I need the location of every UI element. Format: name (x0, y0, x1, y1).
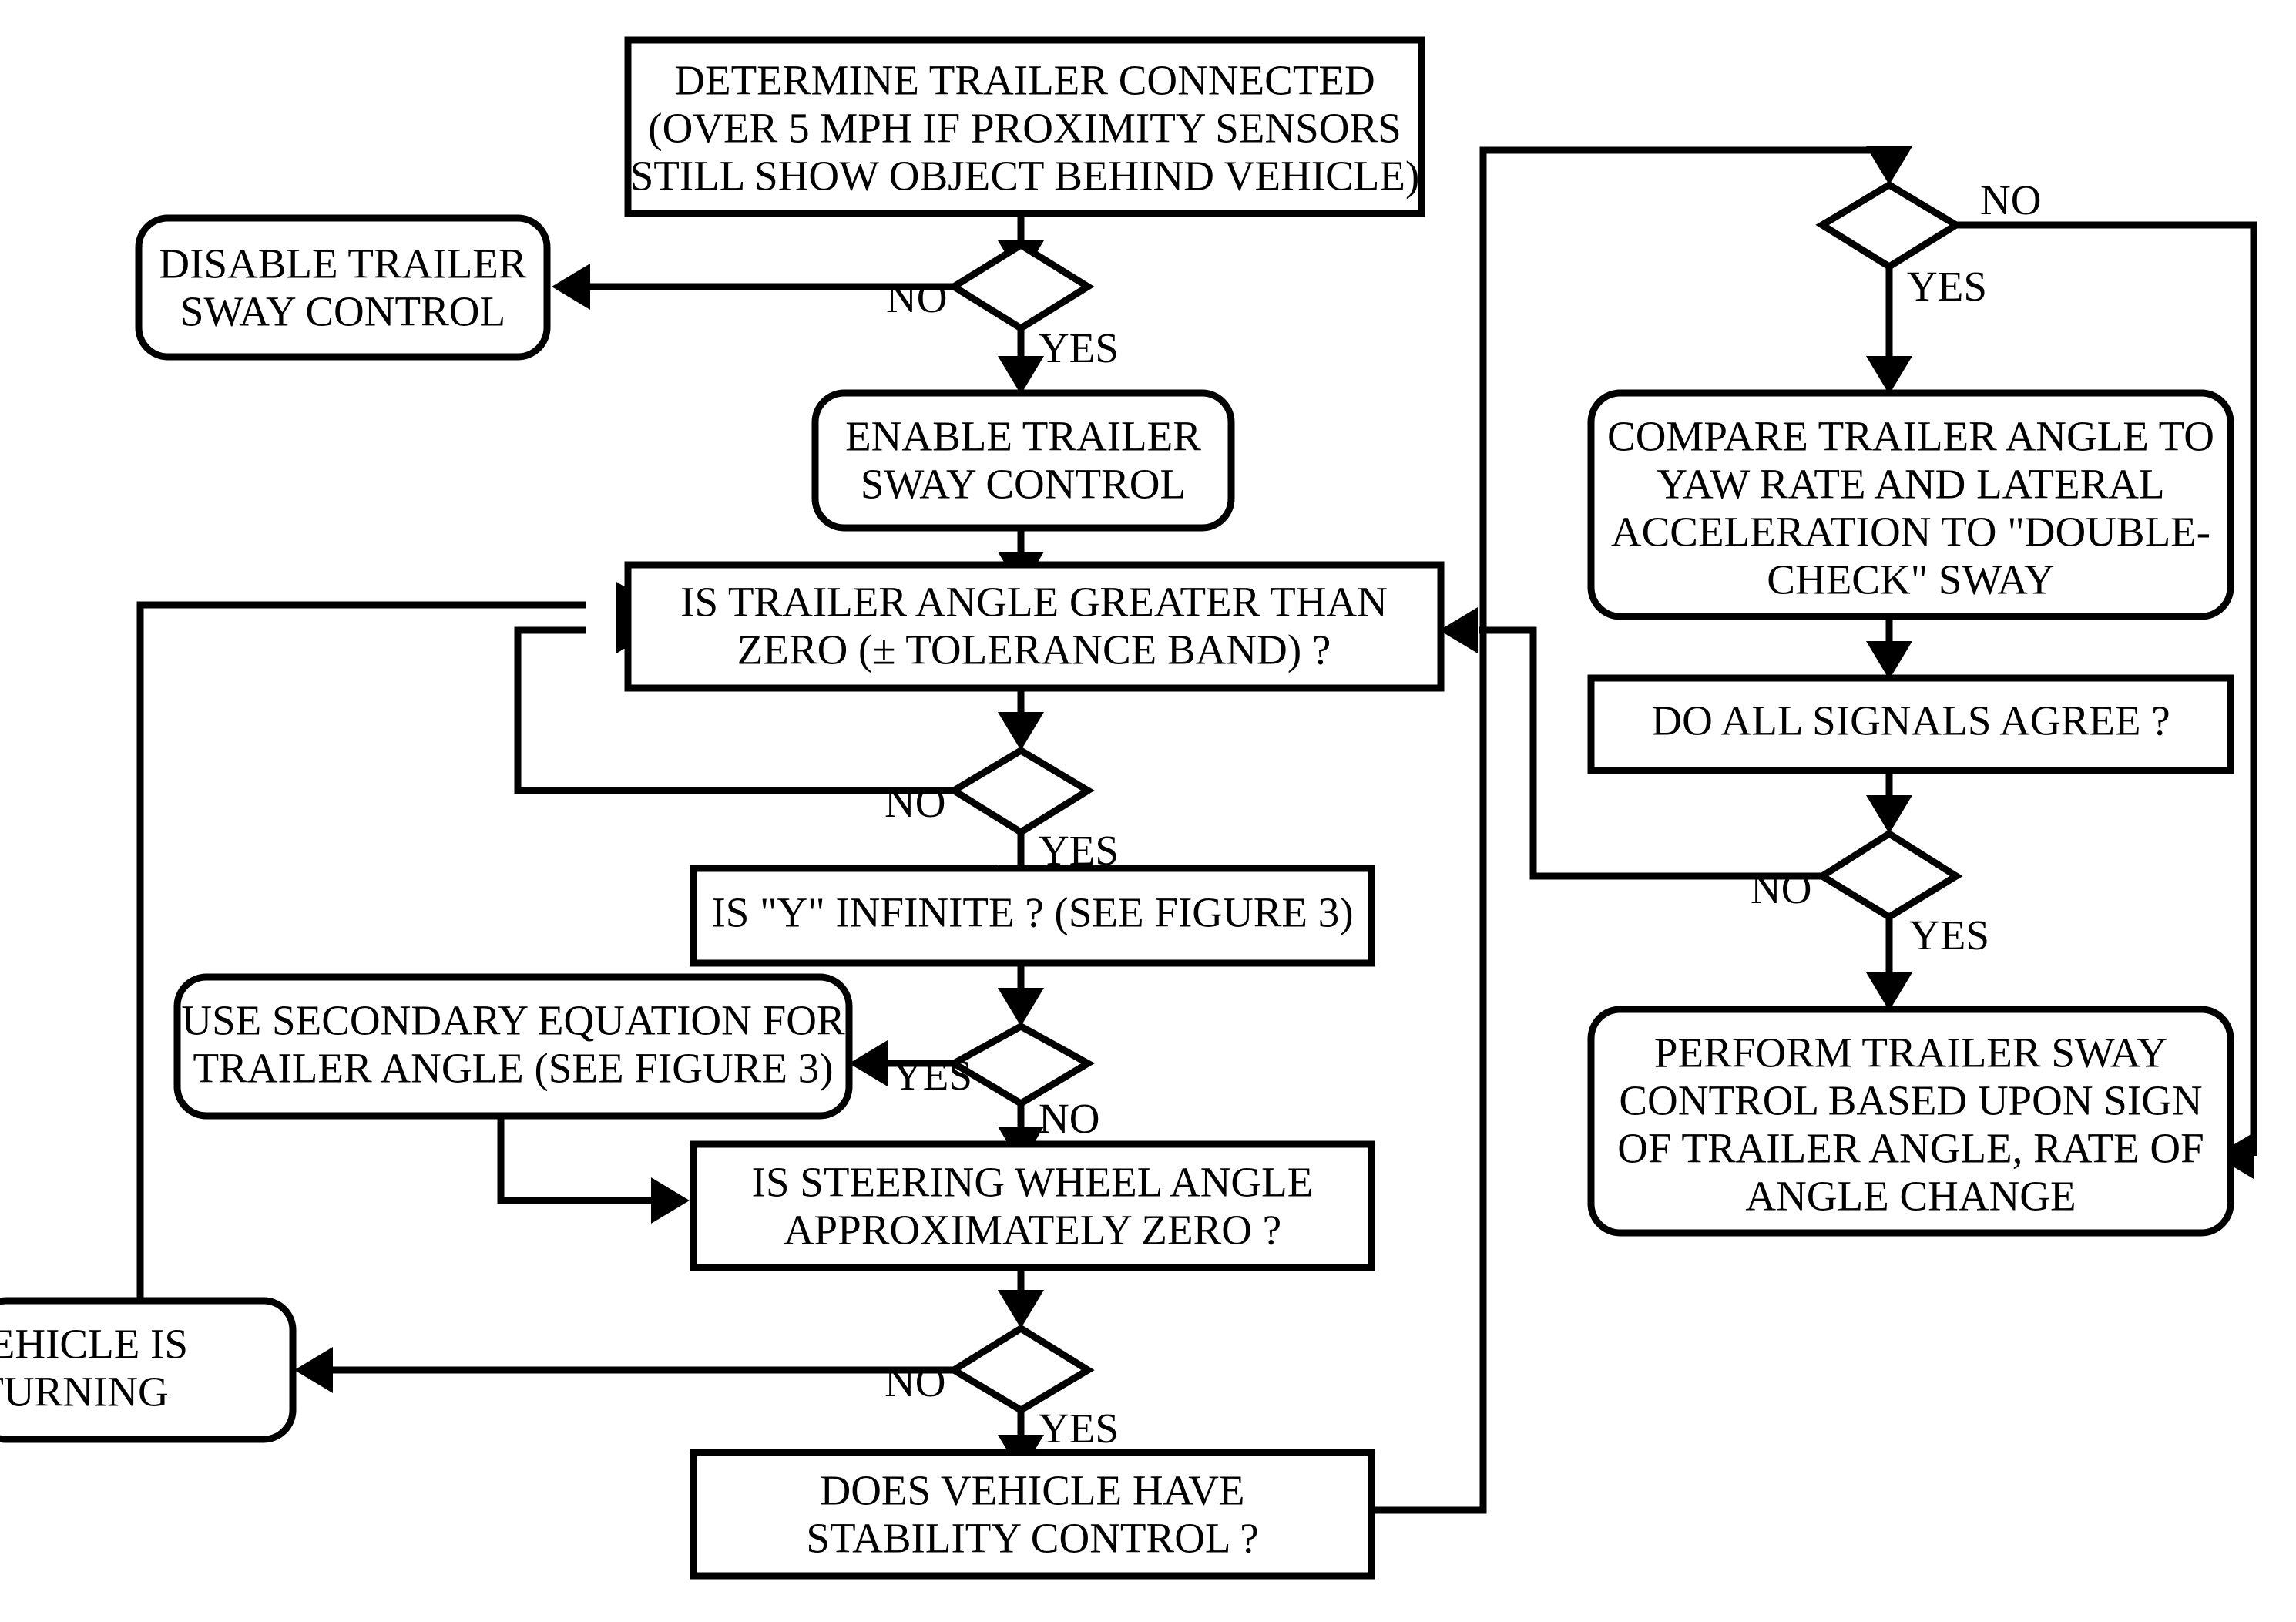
decision-trailer-connected[interactable] (947, 240, 1095, 333)
node-perform-trailer-sway-control[interactable]: PERFORM TRAILER SWAY CONTROL BASED UPON … (1587, 1006, 2234, 1237)
arrowhead-angle-in-right (1439, 607, 1478, 653)
arrowhead-d4-in (998, 1290, 1044, 1328)
edge-label-d3-no: NO (1039, 1095, 1099, 1142)
node-text-line: OF TRAILER ANGLE, RATE OF (1617, 1125, 2204, 1172)
arrowhead-d5-in (1866, 146, 1912, 185)
arrowhead-perform-in-top (1866, 972, 1912, 1011)
node-disable-trailer-sway-control[interactable]: DISABLE TRAILER SWAY CONTROL (135, 214, 551, 361)
node-text-line: VEHICLE IS (0, 1321, 188, 1368)
node-text-line: IS "Y" INFINITE ? (SEE FIGURE 3) (711, 889, 1353, 936)
node-is-y-infinite[interactable]: IS "Y" INFINITE ? (SEE FIGURE 3) (690, 865, 1375, 967)
conn-stability-to-d5 (1371, 146, 1889, 1514)
node-vehicle-is-turning[interactable]: VEHICLE IS TURNING (0, 1297, 297, 1443)
edge-label-d2-no: NO (884, 779, 945, 826)
node-text-line: ENABLE TRAILER (845, 413, 1201, 460)
edge-label-d5-no: NO (1980, 176, 2041, 223)
edge-label-d1-yes: YES (1039, 324, 1119, 371)
node-text-line: IS TRAILER ANGLE GREATER THAN (680, 579, 1388, 626)
conn-secondary-to-steering (497, 1115, 651, 1204)
node-text-line: ZERO (± TOLERANCE BAND) ? (737, 626, 1331, 673)
arrowhead-d2-in (998, 712, 1044, 751)
decision-steering-zero[interactable] (947, 1324, 1095, 1415)
node-enable-trailer-sway-control[interactable]: ENABLE TRAILER SWAY CONTROL (811, 389, 1235, 532)
arrowhead-compare-in (1866, 356, 1912, 395)
node-text-line: DOES VEHICLE HAVE (820, 1467, 1244, 1514)
node-text-line: TURNING (0, 1368, 169, 1415)
edge-label-d4-yes: YES (1039, 1405, 1119, 1452)
node-is-trailer-angle-greater-than-zero[interactable]: IS TRAILER ANGLE GREATER THAN ZERO (± TO… (624, 561, 1445, 692)
flowchart-canvas: DETERMINE TRAILER CONNECTED (OVER 5 MPH … (0, 0, 2296, 1622)
arrowhead-steering-in-left (651, 1177, 690, 1224)
node-text-line: DISABLE TRAILER (159, 240, 526, 287)
node-text-line: STILL SHOW OBJECT BEHIND VEHICLE) (630, 153, 1420, 200)
node-text-line: STABILITY CONTROL ? (806, 1515, 1258, 1562)
node-use-secondary-equation[interactable]: USE SECONDARY EQUATION FOR TRAILER ANGLE… (173, 973, 853, 1120)
node-text-line: APPROXIMATELY ZERO ? (784, 1207, 1281, 1254)
arrowhead-turning-in (294, 1347, 333, 1393)
node-text-line: IS STEERING WHEEL ANGLE (752, 1159, 1314, 1206)
node-text-line: COMPARE TRAILER ANGLE TO (1607, 413, 2214, 460)
node-determine-trailer-connected[interactable]: DETERMINE TRAILER CONNECTED (OVER 5 MPH … (624, 36, 1425, 217)
edge-label-d6-no: NO (1751, 865, 1811, 912)
decision-y-infinite[interactable] (946, 1022, 1096, 1108)
node-compare-trailer-angle[interactable]: COMPARE TRAILER ANGLE TO YAW RATE AND LA… (1587, 389, 2234, 620)
node-text-line: SWAY CONTROL (861, 461, 1186, 508)
node-text-line: USE SECONDARY EQUATION FOR (181, 997, 845, 1044)
node-text-line: PERFORM TRAILER SWAY (1654, 1029, 2167, 1076)
node-text-line: ACCELERATION TO "DOUBLE- (1611, 509, 2210, 556)
edge-label-d5-yes: YES (1907, 263, 1987, 310)
flowchart-svg: DETERMINE TRAILER CONNECTED (OVER 5 MPH … (0, 36, 2257, 1580)
node-text-line: ANGLE CHANGE (1745, 1173, 2076, 1220)
edge-label-d1-no: NO (886, 274, 947, 321)
decision-trailer-angle[interactable] (947, 746, 1095, 837)
node-text-line: CHECK" SWAY (1767, 556, 2054, 603)
decision-signals-agree[interactable] (1815, 829, 1963, 922)
node-text-line: TRAILER ANGLE (SEE FIGURE 3) (193, 1045, 833, 1092)
node-text-line: DETERMINE TRAILER CONNECTED (674, 57, 1375, 104)
node-does-vehicle-have-stability-control[interactable]: DOES VEHICLE HAVE STABILITY CONTROL ? (690, 1449, 1375, 1580)
arrowhead-disable-in (552, 264, 590, 310)
arrowhead-signals-in (1866, 641, 1912, 680)
node-do-all-signals-agree[interactable]: DO ALL SIGNALS AGREE ? (1587, 674, 2234, 774)
decision-stability-control[interactable] (1815, 180, 1963, 271)
node-text-line: DO ALL SIGNALS AGREE ? (1651, 697, 2170, 744)
arrowhead-enable-in (998, 356, 1044, 395)
edge-label-d3-yes: YES (892, 1052, 972, 1099)
node-is-steering-wheel-angle-zero[interactable]: IS STEERING WHEEL ANGLE APPROXIMATELY ZE… (690, 1140, 1375, 1271)
node-text-line: SWAY CONTROL (180, 288, 505, 335)
edge-label-d6-yes: YES (1909, 912, 1989, 959)
arrowhead-secondary-in (849, 1040, 888, 1086)
arrowhead-d6-in (1866, 795, 1912, 834)
node-text-line: YAW RATE AND LATERAL (1657, 461, 2164, 508)
arrowhead-d3-in (998, 988, 1044, 1026)
node-text-line: CONTROL BASED UPON SIGN (1619, 1077, 2202, 1124)
node-text-line: (OVER 5 MPH IF PROXIMITY SENSORS (648, 105, 1401, 152)
edge-label-d4-no: NO (884, 1358, 945, 1405)
